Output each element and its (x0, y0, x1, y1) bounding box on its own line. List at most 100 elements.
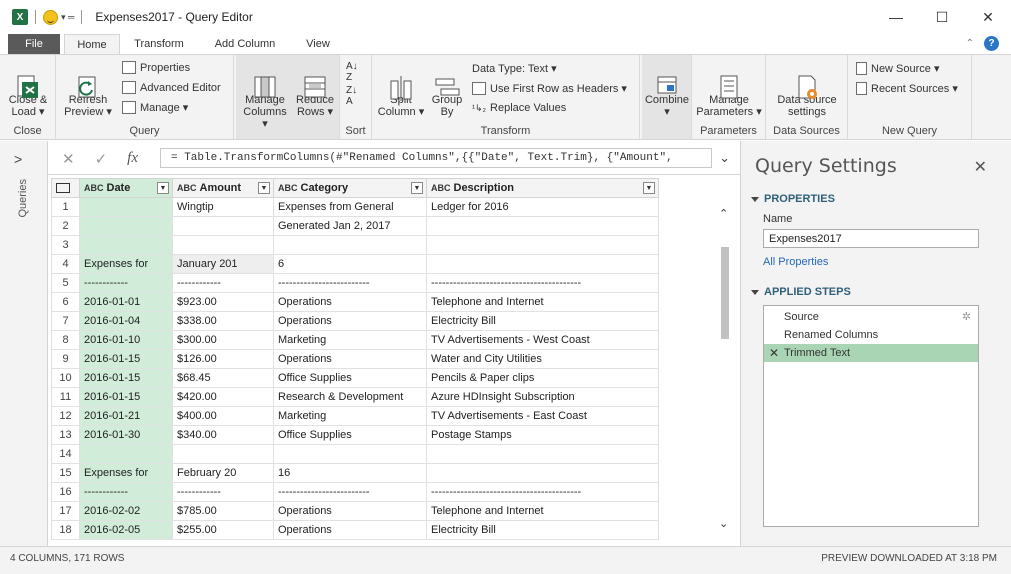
cell-amount[interactable]: February 20 (172, 463, 274, 483)
cell-date[interactable] (79, 216, 173, 236)
cell-category[interactable]: Generated Jan 2, 2017 (273, 216, 427, 236)
cell-description[interactable]: ----------------------------------------… (426, 482, 659, 502)
row-number[interactable]: 7 (51, 311, 80, 331)
cell-category[interactable]: Research & Development (273, 387, 427, 407)
cell-description[interactable]: TV Advertisements - West Coast (426, 330, 659, 350)
cell-amount[interactable] (172, 444, 274, 464)
cell-date[interactable]: Expenses for (79, 254, 173, 274)
cell-description[interactable]: Water and City Utilities (426, 349, 659, 369)
row-number[interactable]: 8 (51, 330, 80, 350)
row-number[interactable]: 17 (51, 501, 80, 521)
cell-date[interactable]: ------------ (79, 482, 173, 502)
cell-category[interactable]: Office Supplies (273, 425, 427, 445)
new-source-button[interactable]: New Source ▾ (856, 62, 940, 75)
cell-date[interactable]: 2016-02-02 (79, 501, 173, 521)
tab-add-column[interactable]: Add Column (204, 34, 286, 54)
cell-amount[interactable]: Wingtip (172, 197, 274, 217)
cell-description[interactable] (426, 463, 659, 483)
cell-description[interactable]: Electricity Bill (426, 520, 659, 540)
fx-icon[interactable]: fx (127, 150, 138, 168)
filter-dropdown-icon[interactable]: ▼ (258, 182, 270, 194)
row-number[interactable]: 6 (51, 292, 80, 312)
cell-amount[interactable] (172, 216, 274, 236)
applied-steps-header[interactable]: APPLIED STEPS (751, 286, 851, 298)
cell-amount[interactable]: ------------ (172, 482, 274, 502)
cell-category[interactable]: Operations (273, 292, 427, 312)
cell-date[interactable] (79, 235, 173, 255)
queries-pane-label[interactable]: Queries (17, 179, 29, 218)
cell-amount[interactable]: $923.00 (172, 292, 274, 312)
row-number[interactable]: 16 (51, 482, 80, 502)
data-type-dropdown[interactable]: Data Type: Text ▾ (472, 62, 557, 75)
cell-category[interactable] (273, 444, 427, 464)
cell-date[interactable]: 2016-01-01 (79, 292, 173, 312)
tab-transform[interactable]: Transform (124, 34, 194, 54)
row-number[interactable]: 2 (51, 216, 80, 236)
replace-values-button[interactable]: ¹↳₂ Replace Values (472, 102, 566, 114)
close-settings-icon[interactable]: ✕ (974, 157, 987, 177)
cell-date[interactable]: 2016-01-30 (79, 425, 173, 445)
cell-description[interactable]: Postage Stamps (426, 425, 659, 445)
cell-description[interactable]: Telephone and Internet (426, 501, 659, 521)
manage-parameters-button[interactable]: Manage Parameters ▾ (696, 61, 762, 118)
cell-category[interactable]: ------------------------- (273, 273, 427, 293)
tab-file[interactable]: File (8, 34, 60, 54)
row-number[interactable]: 4 (51, 254, 80, 274)
cell-category[interactable]: Operations (273, 501, 427, 521)
query-name-input[interactable] (763, 229, 979, 248)
cell-amount[interactable]: ------------ (172, 273, 274, 293)
help-icon[interactable]: ? (984, 36, 999, 51)
column-header-amount[interactable]: ABC Amount ▼ (172, 178, 274, 198)
column-header-date[interactable]: ABC Date ▼ (79, 178, 173, 198)
scrollbar-thumb[interactable] (721, 247, 729, 339)
cell-date[interactable]: 2016-01-04 (79, 311, 173, 331)
cell-category[interactable]: ------------------------- (273, 482, 427, 502)
cell-amount[interactable] (172, 235, 274, 255)
cell-description[interactable]: Pencils & Paper clips (426, 368, 659, 388)
cell-category[interactable] (273, 235, 427, 255)
row-number[interactable]: 3 (51, 235, 80, 255)
cell-date[interactable]: 2016-01-15 (79, 349, 173, 369)
properties-button[interactable]: Properties (122, 61, 190, 74)
cell-date[interactable] (79, 444, 173, 464)
cell-category[interactable]: Operations (273, 311, 427, 331)
expand-formula-chevron-icon[interactable]: ⌄ (719, 150, 730, 166)
split-column-button[interactable]: Split Column ▾ (376, 61, 426, 118)
row-number[interactable]: 13 (51, 425, 80, 445)
commit-formula-icon[interactable]: ✓ (95, 150, 108, 168)
group-by-button[interactable]: Group By (426, 61, 468, 118)
cell-amount[interactable]: $300.00 (172, 330, 274, 350)
row-number[interactable]: 15 (51, 463, 80, 483)
cell-description[interactable] (426, 235, 659, 255)
cell-date[interactable] (79, 197, 173, 217)
delete-step-icon[interactable]: ✕ (769, 344, 779, 362)
sort-descending-button[interactable]: Z↓ A (346, 85, 357, 107)
cancel-formula-icon[interactable]: ✕ (62, 150, 75, 168)
cell-date[interactable]: 2016-02-05 (79, 520, 173, 540)
cell-description[interactable]: Ledger for 2016 (426, 197, 659, 217)
cell-category[interactable]: Marketing (273, 330, 427, 350)
use-first-row-button[interactable]: Use First Row as Headers ▾ (472, 82, 627, 95)
tab-home[interactable]: Home (64, 34, 120, 54)
refresh-preview-button[interactable]: Refresh Preview ▾ (62, 61, 114, 118)
properties-section-header[interactable]: PROPERTIES (751, 193, 835, 205)
sort-ascending-button[interactable]: A↓ Z (346, 61, 358, 83)
cell-amount[interactable]: January 201 (172, 254, 274, 274)
vertical-scrollbar[interactable]: ⌃ ⌄ (717, 207, 733, 541)
cell-category[interactable]: Marketing (273, 406, 427, 426)
expand-queries-chevron-icon[interactable]: > (14, 151, 22, 167)
close-window-button[interactable]: ✕ (965, 0, 1011, 34)
cell-amount[interactable]: $338.00 (172, 311, 274, 331)
all-properties-link[interactable]: All Properties (763, 256, 828, 268)
manage-button[interactable]: Manage ▾ (122, 101, 188, 114)
cell-description[interactable]: Azure HDInsight Subscription (426, 387, 659, 407)
row-number[interactable]: 5 (51, 273, 80, 293)
cell-amount[interactable]: $420.00 (172, 387, 274, 407)
step-trimmed-text[interactable]: ✕ Trimmed Text (764, 344, 978, 362)
cell-category[interactable]: 6 (273, 254, 427, 274)
cell-description[interactable]: TV Advertisements - East Coast (426, 406, 659, 426)
cell-description[interactable] (426, 444, 659, 464)
cell-description[interactable]: ----------------------------------------… (426, 273, 659, 293)
cell-amount[interactable]: $68.45 (172, 368, 274, 388)
row-number[interactable]: 10 (51, 368, 80, 388)
